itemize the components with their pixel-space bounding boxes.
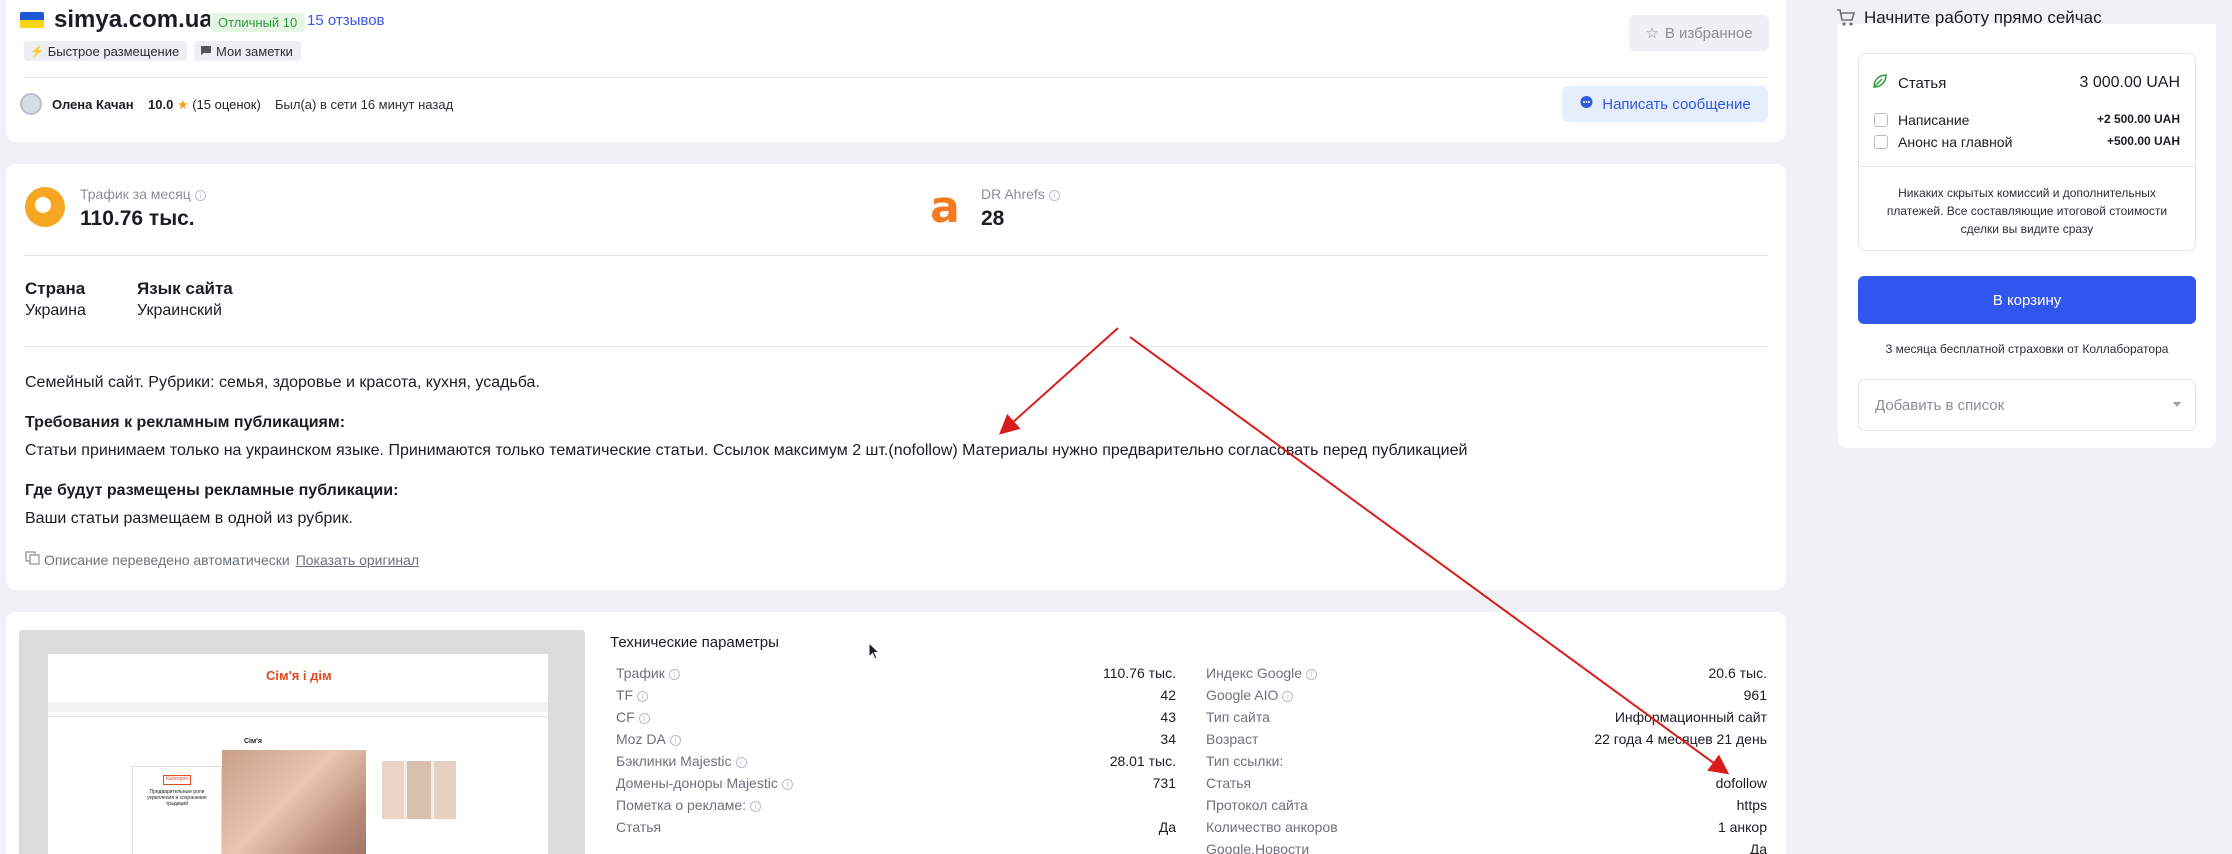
- mouse-cursor-icon: [868, 642, 881, 660]
- annotation-arrow: [1129, 336, 1730, 775]
- annotation-arrows: [999, 327, 1730, 775]
- annotation-arrow: [999, 327, 1119, 435]
